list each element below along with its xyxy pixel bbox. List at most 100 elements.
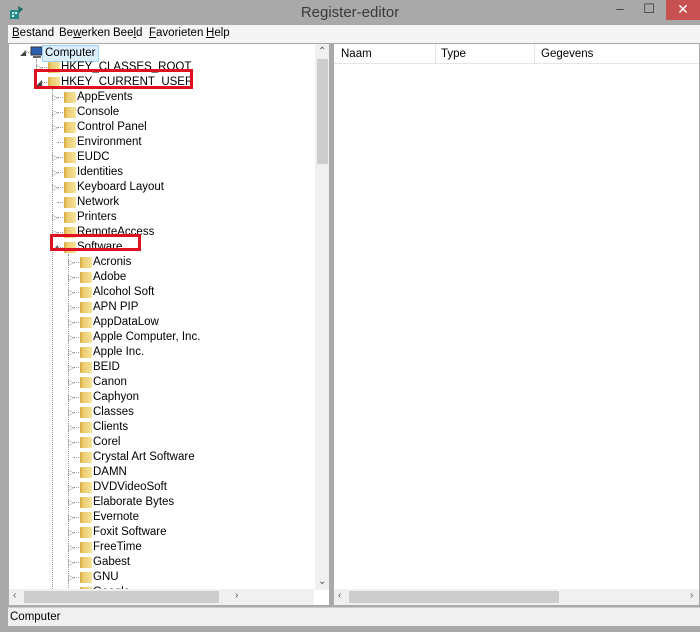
tree-node-label: DAMN <box>93 466 127 478</box>
tree-node-label: BEID <box>93 361 120 373</box>
tree-node[interactable]: ▷ DVDVideoSoft <box>9 480 309 495</box>
column-naam[interactable]: Naam <box>341 48 372 64</box>
tree-node-label: Crystal Art Software <box>93 451 195 463</box>
menu-favorieten[interactable]: Favorieten <box>149 27 203 39</box>
tree-node-label: Control Panel <box>77 121 147 133</box>
window-title: Register-editor <box>300 4 400 21</box>
tree-node-label: Apple Inc. <box>93 346 145 358</box>
status-path: Computer <box>10 611 61 623</box>
tree-node-label: Console <box>77 106 120 118</box>
scroll-thumb[interactable] <box>349 591 559 603</box>
folder-icon <box>80 572 92 583</box>
tree-node-label: APN PIP <box>93 301 139 313</box>
tree-node[interactable]: Environment <box>9 135 309 150</box>
tree-node-label: Printers <box>77 211 117 223</box>
highlight-box <box>50 234 141 251</box>
tree-node[interactable]: ▷ Adobe <box>9 270 309 285</box>
minimize-button[interactable]: – <box>606 0 634 20</box>
tree-node[interactable]: ▷ GNU <box>9 570 309 585</box>
menu-bestand[interactable]: Bestand <box>12 27 54 39</box>
tree-node[interactable]: ▷ BEID <box>9 360 309 375</box>
tree-node[interactable]: ▷ DAMN <box>9 465 309 480</box>
scroll-right-icon[interactable]: › <box>690 590 693 601</box>
tree-node-label: Environment <box>77 136 142 148</box>
folder-icon <box>80 377 92 388</box>
tree-node[interactable]: ▷ Keyboard Layout <box>9 180 309 195</box>
tree-node[interactable]: ▷ Console <box>9 105 309 120</box>
folder-icon <box>80 257 92 268</box>
tree-node[interactable]: ▷ Foxit Software <box>9 525 309 540</box>
close-button[interactable]: ✕ <box>666 0 700 20</box>
values-horizontal-scrollbar[interactable]: ‹ › <box>334 589 699 605</box>
tree-vertical-scrollbar[interactable]: ⌃ ⌄ <box>315 44 329 590</box>
tree-node[interactable]: ▷ Gabest <box>9 555 309 570</box>
folder-icon <box>80 422 92 433</box>
scroll-left-icon[interactable]: ‹ <box>13 590 16 601</box>
tree-node[interactable]: ▷ AppEvents <box>9 90 309 105</box>
folder-icon <box>80 497 92 508</box>
tree-node[interactable]: ▷ Evernote <box>9 510 309 525</box>
folder-icon <box>64 137 76 148</box>
column-gegevens[interactable]: Gegevens <box>541 48 593 64</box>
folder-icon <box>80 362 92 373</box>
scroll-down-icon[interactable]: ⌄ <box>318 576 326 587</box>
tree-node[interactable]: ▷ Elaborate Bytes <box>9 495 309 510</box>
tree-node[interactable]: ▷ Acronis <box>9 255 309 270</box>
folder-icon <box>80 512 92 523</box>
tree-node-label: Corel <box>93 436 121 448</box>
scroll-thumb[interactable] <box>317 59 328 164</box>
tree-node[interactable]: ▷ Control Panel <box>9 120 309 135</box>
tree-node[interactable]: ◢ Computer <box>9 45 309 62</box>
folder-icon <box>80 272 92 283</box>
tree-node[interactable]: ▷ Apple Computer, Inc. <box>9 330 309 345</box>
tree-node[interactable]: ▷ Printers <box>9 210 309 225</box>
menu-bewerken[interactable]: Bewerken <box>59 27 110 39</box>
values-pane[interactable]: Naam Type Gegevens ‹ › <box>333 43 700 606</box>
menu-help[interactable]: Help <box>206 27 230 39</box>
scroll-thumb[interactable] <box>24 591 219 603</box>
scroll-left-icon[interactable]: ‹ <box>338 590 341 601</box>
tree-node[interactable]: ▷ EUDC <box>9 150 309 165</box>
folder-icon <box>80 452 92 463</box>
folder-icon <box>64 92 76 103</box>
tree-node[interactable]: ▷ Canon <box>9 375 309 390</box>
folder-icon <box>80 527 92 538</box>
folder-icon <box>80 542 92 553</box>
tree-node[interactable]: Network <box>9 195 309 210</box>
key-tree-pane[interactable]: ◢ Computer ▷ HKEY_CLASSES_ROOT ◢ HKEY_CURRENT… <box>8 43 330 606</box>
tree-node-label: Canon <box>93 376 127 388</box>
maximize-button[interactable]: ☐ <box>634 0 664 20</box>
menu-beeld[interactable]: Beeld <box>113 27 142 39</box>
tree-node[interactable]: ▷ Caphyon <box>9 390 309 405</box>
folder-icon <box>64 122 76 133</box>
scroll-right-icon[interactable]: › <box>235 590 238 601</box>
tree-node[interactable]: ▷ Identities <box>9 165 309 180</box>
tree-node[interactable]: ▷ APN PIP <box>9 300 309 315</box>
tree-node[interactable]: ▷ FreeTime <box>9 540 309 555</box>
tree-node[interactable]: ▷ Clients <box>9 420 309 435</box>
folder-icon <box>64 212 76 223</box>
scroll-up-icon[interactable]: ⌃ <box>318 46 326 57</box>
folder-icon <box>80 467 92 478</box>
tree-node[interactable]: ▷ Corel <box>9 435 309 450</box>
folder-icon <box>80 392 92 403</box>
tree-node-label: Classes <box>93 406 134 418</box>
tree-node-label: DVDVideoSoft <box>93 481 167 493</box>
tree-node[interactable]: ▷ Classes <box>9 405 309 420</box>
tree-node[interactable]: ▷ Apple Inc. <box>9 345 309 360</box>
tree-node[interactable]: ▷ AppDataLow <box>9 315 309 330</box>
tree-horizontal-scrollbar[interactable]: ‹ › <box>9 589 314 605</box>
folder-icon <box>64 197 76 208</box>
tree-node-label: Apple Computer, Inc. <box>93 331 201 343</box>
tree-node-label: AppDataLow <box>93 316 159 328</box>
folder-icon <box>80 317 92 328</box>
column-type[interactable]: Type <box>441 48 466 64</box>
tree-node[interactable]: Crystal Art Software <box>9 450 309 465</box>
tree-node-label: Elaborate Bytes <box>93 496 175 508</box>
folder-icon <box>64 107 76 118</box>
menu-bar: Bestand Bewerken Beeld Favorieten Help <box>8 25 700 43</box>
tree-node-label: Caphyon <box>93 391 140 403</box>
folder-icon <box>80 407 92 418</box>
tree-node[interactable]: ▷ Alcohol Soft <box>9 285 309 300</box>
folder-icon <box>80 332 92 343</box>
